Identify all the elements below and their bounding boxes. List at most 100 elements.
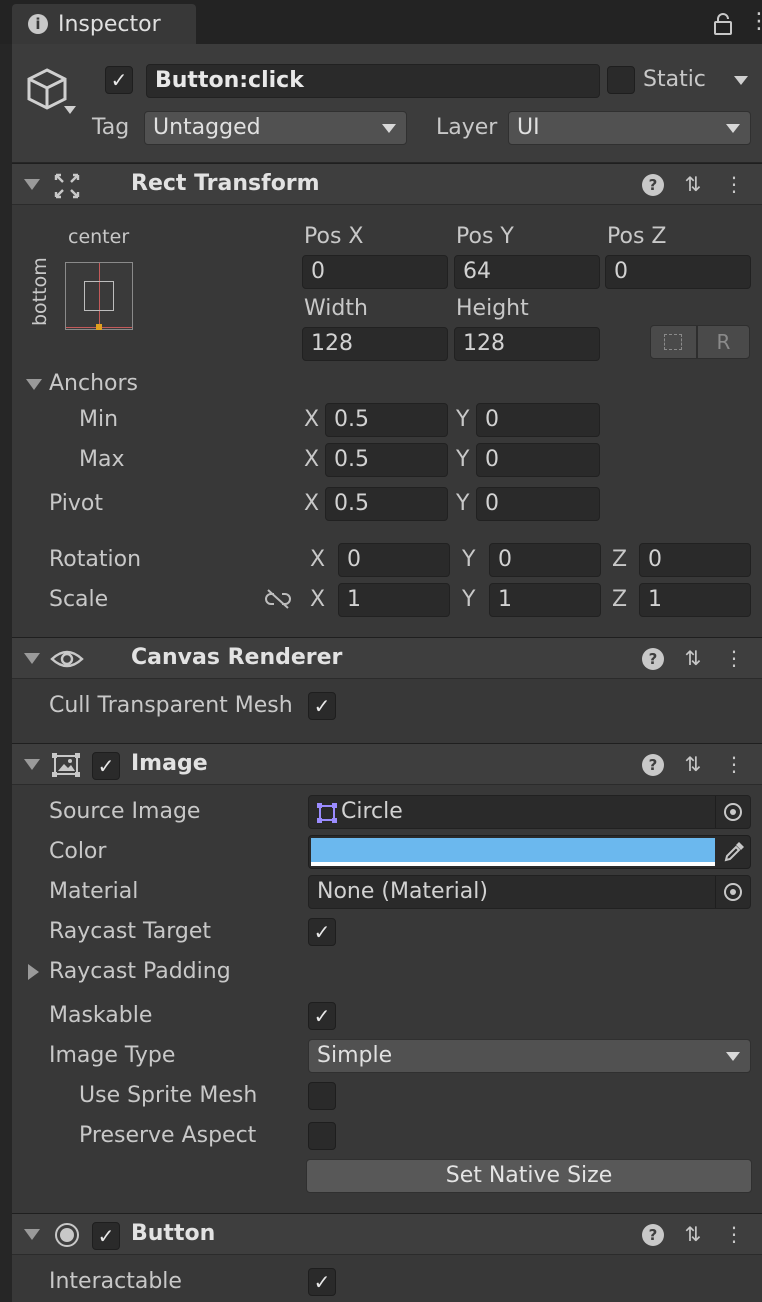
active-toggle[interactable]: ✓ [105, 66, 133, 94]
kebab-menu-icon[interactable]: ⋮ [721, 172, 747, 196]
material-field[interactable]: None (Material) [308, 875, 751, 909]
raw-edit-button[interactable]: R [697, 325, 750, 359]
tab-bar: i Inspector ⋮ [0, 0, 762, 44]
tab-menu-icon[interactable]: ⋮ [748, 10, 762, 34]
object-picker-icon[interactable] [715, 796, 750, 828]
source-image-field[interactable]: Circle [308, 795, 751, 829]
rotation-z-axis-label: Z [612, 547, 628, 572]
anchor-min-y-field[interactable]: 0 [476, 403, 600, 437]
color-swatch[interactable] [311, 838, 715, 862]
set-native-size-button[interactable]: Set Native Size [306, 1159, 752, 1193]
button-component-icon-core [60, 1228, 74, 1242]
pos-x-label: Pos X [304, 224, 364, 249]
foldout-arrow-icon[interactable] [24, 653, 40, 664]
image-enabled-toggle[interactable]: ✓ [92, 752, 120, 780]
object-picker-icon[interactable] [715, 876, 750, 908]
scale-z-field[interactable]: 1 [639, 583, 751, 617]
raycast-target-toggle[interactable]: ✓ [308, 918, 336, 946]
button-enabled-toggle[interactable]: ✓ [92, 1222, 120, 1250]
source-image-label: Source Image [49, 799, 201, 824]
component-title: Rect Transform [131, 171, 320, 196]
presets-icon[interactable]: ⇅ [680, 1222, 706, 1246]
min-x-axis-label: X [304, 407, 320, 432]
blueprint-mode-button[interactable] [650, 325, 697, 359]
static-toggle[interactable] [607, 66, 635, 94]
preserve-aspect-toggle[interactable] [308, 1122, 336, 1150]
max-label: Max [79, 447, 125, 472]
help-icon[interactable]: ? [642, 754, 664, 776]
anchor-max-y-field[interactable]: 0 [476, 443, 600, 477]
max-x-axis-label: X [304, 447, 320, 472]
help-icon[interactable]: ? [642, 648, 664, 670]
maskable-toggle[interactable]: ✓ [308, 1002, 336, 1030]
kebab-menu-icon[interactable]: ⋮ [721, 752, 747, 776]
tag-dropdown[interactable]: Untagged [144, 111, 407, 145]
scale-x-field[interactable]: 1 [338, 583, 450, 617]
help-icon[interactable]: ? [642, 1224, 664, 1246]
button-header[interactable]: ✓ Button ? ⇅ ⋮ [12, 1213, 762, 1255]
static-dropdown-icon[interactable] [734, 76, 748, 85]
color-field[interactable] [308, 835, 751, 869]
foldout-arrow-icon[interactable] [24, 179, 40, 190]
presets-icon[interactable]: ⇅ [680, 172, 706, 196]
height-label: Height [456, 296, 529, 321]
icon-dropdown-arrow-icon[interactable] [64, 106, 76, 114]
info-icon: i [28, 14, 48, 34]
rotation-z-field[interactable]: 0 [639, 543, 751, 577]
preserve-aspect-label: Preserve Aspect [79, 1123, 257, 1148]
anchor-min-x-field[interactable]: 0.5 [325, 403, 448, 437]
help-icon[interactable]: ? [642, 174, 664, 196]
rect-transform-header[interactable]: Rect Transform ? ⇅ ⋮ [12, 163, 762, 205]
interactable-toggle[interactable]: ✓ [308, 1268, 336, 1296]
object-name-field[interactable]: Button:click [146, 64, 600, 98]
pivot-y-field[interactable]: 0 [476, 487, 600, 521]
component-title: Button [131, 1221, 216, 1246]
foldout-arrow-icon[interactable] [24, 1229, 40, 1240]
min-y-axis-label: Y [456, 407, 470, 432]
image-type-dropdown[interactable]: Simple [308, 1039, 751, 1073]
rotation-y-field[interactable]: 0 [489, 543, 601, 577]
raycast-padding-label[interactable]: Raycast Padding [49, 958, 231, 986]
alpha-bar [311, 862, 715, 866]
rotation-x-field[interactable]: 0 [338, 543, 450, 577]
cull-transparent-mesh-label: Cull Transparent Mesh [49, 693, 293, 718]
anchor-preset-button[interactable] [65, 262, 133, 330]
scale-y-axis-label: Y [462, 587, 476, 612]
object-picker-dot [730, 889, 736, 895]
anchor-max-x-field[interactable]: 0.5 [325, 443, 448, 477]
presets-icon[interactable]: ⇅ [680, 752, 706, 776]
pos-x-field[interactable]: 0 [302, 255, 448, 289]
scale-y-field[interactable]: 1 [489, 583, 601, 617]
presets-icon[interactable]: ⇅ [680, 646, 706, 670]
pos-z-field[interactable]: 0 [605, 255, 751, 289]
lock-icon[interactable] [712, 12, 734, 36]
anchors-foldout-icon[interactable] [26, 379, 42, 390]
pos-z-label: Pos Z [607, 224, 667, 249]
use-sprite-mesh-toggle[interactable] [308, 1082, 336, 1110]
eyedropper-icon[interactable] [723, 841, 745, 863]
width-label: Width [304, 296, 368, 321]
color-label: Color [49, 839, 107, 864]
height-field[interactable]: 128 [454, 327, 600, 361]
raycast-target-label: Raycast Target [49, 919, 212, 944]
constrain-proportions-icon[interactable] [264, 588, 292, 610]
source-image-value: Circle [341, 799, 403, 824]
static-label: Static [643, 67, 706, 92]
layer-dropdown[interactable]: UI [508, 111, 751, 145]
canvas-renderer-header[interactable]: Canvas Renderer ? ⇅ ⋮ [12, 637, 762, 679]
width-field[interactable]: 128 [302, 327, 448, 361]
kebab-menu-icon[interactable]: ⋮ [721, 646, 747, 670]
kebab-menu-icon[interactable]: ⋮ [721, 1222, 747, 1246]
pos-y-field[interactable]: 64 [454, 255, 600, 289]
anchor-preset-side-label: bottom [29, 257, 51, 326]
inspector-tab[interactable]: i Inspector [12, 4, 196, 44]
eye-icon [50, 650, 84, 668]
pivot-x-field[interactable]: 0.5 [325, 487, 448, 521]
rect-transform-icon [54, 173, 80, 199]
interactable-label: Interactable [49, 1269, 182, 1294]
raycast-padding-foldout-icon[interactable] [28, 964, 39, 980]
image-header[interactable]: ✓ Image ? ⇅ ⋮ [12, 743, 762, 785]
foldout-arrow-icon[interactable] [24, 759, 40, 770]
scale-z-axis-label: Z [612, 587, 628, 612]
cull-transparent-mesh-toggle[interactable]: ✓ [308, 692, 336, 720]
